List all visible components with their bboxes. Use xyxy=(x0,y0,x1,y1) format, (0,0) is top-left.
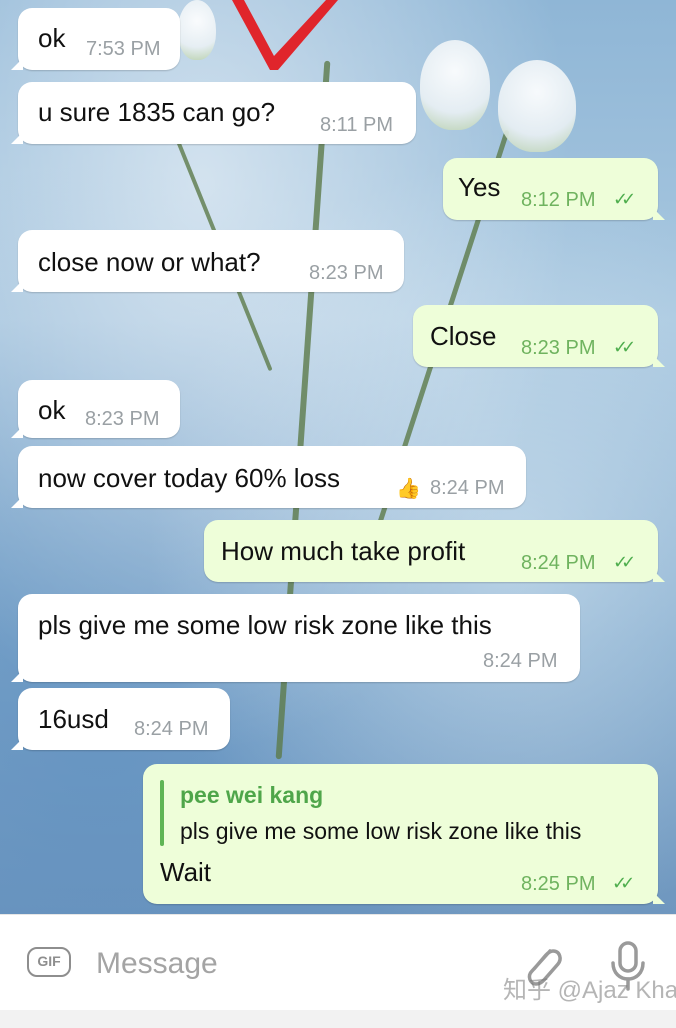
message-text: u sure 1835 can go? xyxy=(38,97,276,127)
message-text: How much take profit xyxy=(221,536,466,566)
message-bubble-incoming[interactable]: now cover today 60% loss 👍 8:24 PM xyxy=(11,446,526,508)
read-ticks-icon: ✓✓ xyxy=(612,873,635,893)
message-bubble-outgoing[interactable]: Yes 8:12 PM ✓✓ xyxy=(443,158,665,220)
message-time: 8:23 PM xyxy=(309,262,384,284)
message-time: 8:24 PM xyxy=(134,718,209,740)
message-bubble-incoming[interactable]: close now or what? 8:23 PM xyxy=(11,230,404,292)
message-text: ok xyxy=(38,23,66,53)
message-input[interactable] xyxy=(94,941,478,987)
bottom-strip xyxy=(0,1010,676,1028)
wallpaper-flower xyxy=(178,0,216,60)
reply-author[interactable]: pee wei kang xyxy=(180,782,323,809)
message-time: 8:23 PM xyxy=(85,408,160,430)
watermark: 知乎 @Ajaz Khan xyxy=(503,977,676,1004)
message-time: 8:25 PM xyxy=(521,873,596,895)
message-time: 8:24 PM xyxy=(483,650,558,672)
message-text: Wait xyxy=(160,857,212,887)
thumbs-up-emoji: 👍 xyxy=(396,478,421,500)
message-bubble-incoming[interactable]: u sure 1835 can go? 8:11 PM xyxy=(11,82,416,144)
message-text: 16usd xyxy=(38,704,109,734)
message-bubble-incoming[interactable]: pls give me some low risk zone like this… xyxy=(11,594,580,682)
wallpaper-flower xyxy=(498,60,576,152)
message-bubble-incoming[interactable]: ok 7:53 PM xyxy=(11,8,180,70)
message-bubble-incoming[interactable]: 16usd 8:24 PM xyxy=(11,688,230,750)
message-time: 8:24 PM xyxy=(521,552,596,574)
message-bubble-outgoing[interactable]: Close 8:23 PM ✓✓ xyxy=(413,305,665,367)
wallpaper-red-mark xyxy=(232,0,338,70)
message-text: Yes xyxy=(458,172,501,202)
message-time: 8:11 PM xyxy=(320,114,393,136)
read-ticks-icon: ✓✓ xyxy=(613,337,636,357)
gif-icon[interactable]: GIF xyxy=(27,947,71,977)
message-bubble-outgoing[interactable]: How much take profit 8:24 PM ✓✓ xyxy=(204,520,665,582)
message-text: close now or what? xyxy=(38,247,261,277)
message-time: 8:12 PM xyxy=(521,189,596,211)
message-time: 8:24 PM xyxy=(430,477,505,499)
message-text: now cover today 60% loss xyxy=(38,463,341,493)
message-time: 8:23 PM xyxy=(521,337,596,359)
reply-quote-bar xyxy=(160,780,164,846)
message-bubble-outgoing-reply[interactable]: pee wei kang pls give me some low risk z… xyxy=(143,764,665,904)
message-text: pls give me some low risk zone like this xyxy=(38,610,492,640)
message-text: Close xyxy=(430,321,497,351)
read-ticks-icon: ✓✓ xyxy=(613,552,636,572)
message-bubble-incoming[interactable]: ok 8:23 PM xyxy=(11,380,180,438)
message-time: 7:53 PM xyxy=(86,38,161,60)
reply-quoted-text[interactable]: pls give me some low risk zone like this xyxy=(180,818,581,845)
read-ticks-icon: ✓✓ xyxy=(613,189,636,209)
message-text: ok xyxy=(38,395,66,425)
wallpaper-flower xyxy=(420,40,490,130)
chat-area[interactable]: ok 7:53 PM u sure 1835 can go? 8:11 PM Y… xyxy=(0,0,676,914)
